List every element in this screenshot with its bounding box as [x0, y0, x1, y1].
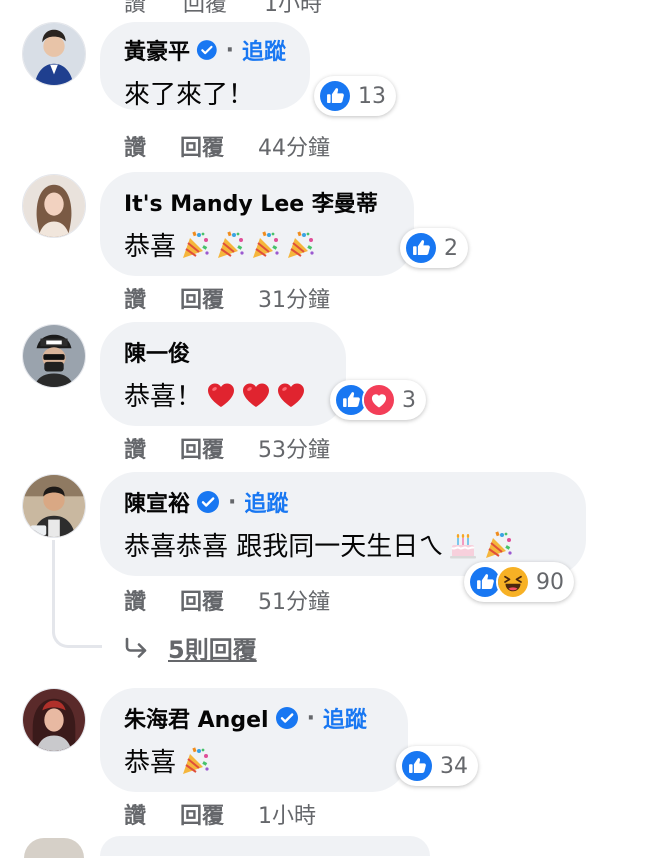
verified-icon: [196, 490, 220, 514]
heart-icon: [240, 380, 272, 410]
reaction-count: 34: [440, 753, 468, 779]
comment-text-row: 恭喜恭喜 跟我同一天生日ㄟ: [124, 526, 562, 563]
reply-arrow-icon: [125, 637, 147, 658]
comment-text-row: 恭喜: [124, 742, 384, 779]
reaction-summary[interactable]: 13: [314, 76, 396, 116]
avatar[interactable]: [22, 22, 86, 86]
comment-text-row: 恭喜: [124, 226, 390, 263]
heart-icon: [275, 380, 307, 410]
reply-action[interactable]: 回覆: [183, 0, 227, 17]
author-row: 陳宣裕 · 追蹤: [124, 486, 562, 518]
next-comment-bubble: [100, 836, 430, 856]
reply-action[interactable]: 回覆: [180, 130, 224, 162]
comment-time[interactable]: 51分鐘: [258, 584, 330, 616]
author-name[interactable]: 陳宣裕: [124, 486, 190, 518]
comment-text: 恭喜恭喜 跟我同一天生日ㄟ: [124, 532, 445, 562]
comment-text: 恭喜: [124, 232, 177, 262]
like-action[interactable]: 讚: [124, 432, 146, 464]
like-reaction-icon: [404, 231, 438, 265]
comment-text: 恭喜！: [124, 382, 203, 412]
author-name[interactable]: 陳一俊: [124, 336, 190, 368]
thread-connector: [52, 540, 102, 648]
like-action[interactable]: 讚: [124, 282, 146, 314]
party-popper-icon: [284, 230, 316, 260]
comment-time: 1小時: [264, 0, 323, 17]
author-row: 朱海君 Angel · 追蹤: [124, 702, 384, 734]
verified-icon: [196, 38, 218, 62]
like-reaction-icon: [400, 749, 434, 783]
reaction-summary[interactable]: 34: [396, 746, 478, 786]
avatar[interactable]: [22, 474, 86, 538]
next-comment-avatar: [24, 838, 84, 858]
comment-actions: 讚 回覆 53分鐘: [124, 432, 330, 464]
previous-comment-actions: 讚 回覆 1小時: [124, 0, 352, 18]
party-popper-icon: [179, 746, 211, 776]
comment-time[interactable]: 53分鐘: [258, 432, 330, 464]
verified-icon: [275, 706, 299, 730]
follow-button[interactable]: 追蹤: [323, 702, 367, 734]
avatar[interactable]: [22, 688, 86, 752]
author-name[interactable]: It's Mandy Lee 李曼蒂: [124, 186, 378, 218]
heart-icon: [205, 380, 237, 410]
comment-bubble: 黃豪平 · 追蹤 來了來了！: [100, 22, 310, 110]
comment-bubble: It's Mandy Lee 李曼蒂 恭喜: [100, 172, 414, 276]
view-replies-link[interactable]: 5則回覆: [124, 630, 257, 665]
reaction-count: 2: [444, 235, 458, 261]
comment-actions: 讚 回覆 44分鐘: [124, 130, 330, 162]
reply-action[interactable]: 回覆: [180, 584, 224, 616]
haha-reaction-icon: [496, 565, 530, 599]
love-reaction-icon: [362, 383, 396, 417]
comment-time[interactable]: 1小時: [258, 798, 316, 830]
like-action[interactable]: 讚: [124, 0, 146, 17]
reply-action[interactable]: 回覆: [180, 282, 224, 314]
comment-time[interactable]: 31分鐘: [258, 282, 330, 314]
reaction-summary[interactable]: 2: [400, 228, 468, 268]
separator-dot: ·: [225, 37, 234, 63]
comment-actions: 讚 回覆 31分鐘: [124, 282, 330, 314]
comment-actions: 讚 回覆 51分鐘: [124, 584, 330, 616]
reply-action[interactable]: 回覆: [180, 432, 224, 464]
reaction-count: 13: [358, 83, 386, 109]
party-popper-icon: [179, 230, 211, 260]
avatar[interactable]: [22, 174, 86, 238]
party-popper-icon: [482, 530, 514, 560]
reaction-summary[interactable]: 3: [330, 380, 426, 420]
author-row: It's Mandy Lee 李曼蒂: [124, 186, 390, 218]
like-action[interactable]: 讚: [124, 584, 146, 616]
birthday-cake-icon: [447, 530, 479, 560]
like-action[interactable]: 讚: [124, 798, 146, 830]
follow-button[interactable]: 追蹤: [244, 486, 288, 518]
comment-text-row: 恭喜！: [124, 376, 322, 413]
comment-bubble: 陳一俊 恭喜！: [100, 322, 346, 426]
author-row: 陳一俊: [124, 336, 322, 368]
avatar[interactable]: [22, 324, 86, 388]
comment-text: 來了來了！: [124, 80, 255, 110]
replies-label[interactable]: 5則回覆: [168, 630, 257, 665]
party-popper-icon: [214, 230, 246, 260]
author-name[interactable]: 朱海君 Angel: [124, 702, 269, 734]
separator-dot: ·: [228, 489, 237, 515]
comment-actions: 讚 回覆 1小時: [124, 798, 316, 830]
author-row: 黃豪平 · 追蹤: [124, 34, 286, 66]
reaction-count: 3: [402, 387, 416, 413]
comment-bubble: 陳宣裕 · 追蹤 恭喜恭喜 跟我同一天生日ㄟ: [100, 472, 586, 576]
author-name[interactable]: 黃豪平: [124, 34, 190, 66]
reaction-count: 90: [536, 569, 564, 595]
reply-action[interactable]: 回覆: [180, 798, 224, 830]
separator-dot: ·: [306, 705, 315, 731]
like-action[interactable]: 讚: [124, 130, 146, 162]
reaction-summary[interactable]: 90: [464, 562, 574, 602]
party-popper-icon: [249, 230, 281, 260]
follow-button[interactable]: 追蹤: [242, 34, 286, 66]
like-reaction-icon: [318, 79, 352, 113]
comment-time[interactable]: 44分鐘: [258, 130, 330, 162]
comment-bubble: 朱海君 Angel · 追蹤 恭喜: [100, 688, 408, 792]
comment-text: 恭喜: [124, 748, 177, 778]
